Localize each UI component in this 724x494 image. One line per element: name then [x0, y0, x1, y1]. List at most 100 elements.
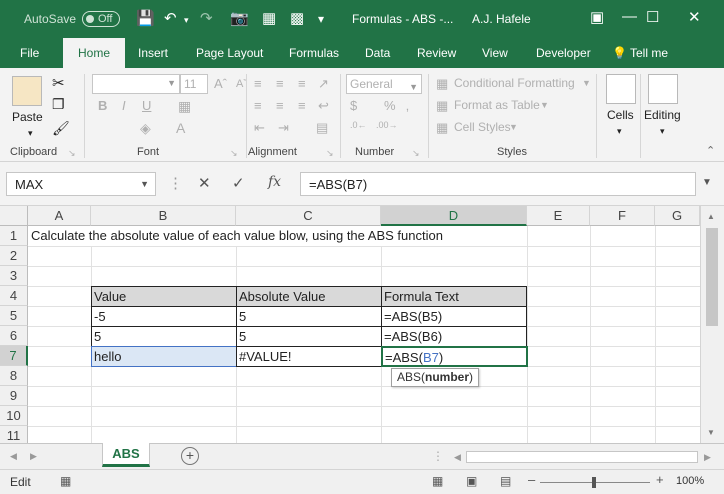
column-header-c[interactable]: C — [236, 206, 381, 226]
zoom-slider-thumb[interactable] — [592, 477, 596, 488]
alignment-launcher-icon[interactable]: ↘ — [326, 148, 334, 159]
maximize-icon[interactable]: ☐ — [646, 8, 659, 26]
cell-d6[interactable]: =ABS(B6) — [381, 326, 527, 347]
row-header-10[interactable]: 10 — [0, 406, 28, 426]
paste-icon[interactable] — [12, 76, 42, 106]
cell-styles-button[interactable]: Cell Styles — [454, 120, 511, 134]
save-icon[interactable]: 💾 — [136, 9, 155, 27]
formula-input[interactable]: =ABS(B7) — [300, 172, 696, 196]
table-icon[interactable]: ▦ — [262, 9, 276, 27]
font-size-box[interactable]: 11 — [180, 74, 208, 94]
format-as-table-button[interactable]: Format as Table — [454, 98, 540, 112]
column-header-b[interactable]: B — [91, 206, 236, 226]
column-header-a[interactable]: A — [28, 206, 91, 226]
worksheet-grid[interactable]: A B C D E F G 1 2 3 4 5 6 7 8 9 10 11 Ca… — [0, 206, 724, 443]
comma-icon[interactable]: ‚ — [406, 98, 409, 113]
tab-formulas[interactable]: Formulas — [289, 46, 339, 60]
format-painter-icon[interactable]: 🖌 — [52, 120, 70, 137]
row-header-3[interactable]: 3 — [0, 266, 28, 286]
cell-b6[interactable]: 5 — [91, 326, 237, 347]
screenshot-icon[interactable]: 📷 — [230, 9, 249, 27]
cell-c4[interactable]: Absolute Value — [236, 286, 382, 307]
close-icon[interactable]: ✕ — [688, 8, 701, 26]
zoom-in-icon[interactable]: + — [656, 472, 664, 487]
paste-button[interactable]: Paste — [12, 110, 43, 124]
tab-tell-me[interactable]: Tell me — [630, 46, 668, 60]
cut-icon[interactable]: ✂ — [52, 74, 65, 92]
font-color-icon[interactable]: A — [176, 120, 185, 136]
increase-font-icon[interactable]: Aˆ — [214, 76, 227, 91]
minimize-icon[interactable]: — — [622, 8, 637, 25]
fill-color-icon[interactable]: ◈ — [140, 120, 151, 137]
next-sheet-icon[interactable]: ▶ — [30, 451, 37, 462]
tab-home[interactable]: Home — [63, 38, 126, 68]
name-box[interactable]: MAX ▼ — [6, 172, 156, 196]
row-header-5[interactable]: 5 — [0, 306, 28, 326]
tab-page-layout[interactable]: Page Layout — [196, 46, 263, 60]
horizontal-scroll-thumb[interactable] — [466, 451, 698, 463]
row-header-8[interactable]: 8 — [0, 366, 28, 386]
select-all-corner[interactable] — [0, 206, 28, 226]
autosave-toggle[interactable]: Off — [82, 11, 120, 27]
italic-icon[interactable]: I — [122, 98, 126, 113]
enter-icon[interactable]: ✓ — [232, 174, 245, 192]
tab-insert[interactable]: Insert — [138, 46, 168, 60]
align-center-icon[interactable]: ≡ — [276, 98, 284, 113]
scroll-up-icon[interactable]: ▲ — [707, 212, 715, 221]
increase-indent-icon[interactable]: ⇥ — [278, 120, 289, 136]
insert-function-icon[interactable]: fx — [268, 174, 281, 190]
format-as-table-icon[interactable]: ▦ — [436, 98, 448, 114]
align-middle-icon[interactable]: ≡ — [276, 76, 284, 91]
cell-b5[interactable]: -5 — [91, 306, 237, 327]
orientation-icon[interactable]: ↗ — [318, 76, 329, 92]
user-name[interactable]: A.J. Hafele — [472, 12, 531, 26]
customize-qat-icon[interactable]: ▾ — [318, 12, 324, 26]
paste-dropdown-icon[interactable]: ▾ — [28, 128, 33, 139]
scroll-right-icon[interactable]: ▶ — [704, 452, 711, 463]
page-break-view-icon[interactable]: ▤ — [500, 474, 511, 488]
chevron-down-icon[interactable]: ▼ — [509, 122, 518, 132]
zoom-level[interactable]: 100% — [676, 475, 704, 487]
vertical-scrollbar[interactable]: ▲ ▼ — [700, 206, 724, 443]
chevron-down-icon[interactable]: ▼ — [540, 100, 549, 110]
cells-icon[interactable] — [606, 74, 636, 104]
vertical-scroll-thumb[interactable] — [706, 228, 718, 326]
expand-formula-bar-icon[interactable]: ▼ — [702, 177, 712, 188]
row-header-4[interactable]: 4 — [0, 286, 28, 306]
borders-icon[interactable]: ▦ — [178, 98, 191, 115]
zoom-out-icon[interactable]: – — [528, 472, 535, 487]
scroll-down-icon[interactable]: ▼ — [707, 428, 715, 437]
copy-icon[interactable]: ❐ — [52, 96, 65, 113]
cell-d4[interactable]: Formula Text — [381, 286, 527, 307]
number-launcher-icon[interactable]: ↘ — [412, 148, 420, 159]
cell-a1[interactable]: Calculate the absolute value of each val… — [29, 226, 443, 246]
column-header-f[interactable]: F — [590, 206, 655, 226]
chevron-down-icon[interactable]: ▾ — [617, 126, 622, 137]
decrease-indent-icon[interactable]: ⇤ — [254, 120, 265, 136]
tab-view[interactable]: View — [482, 46, 508, 60]
cell-c7[interactable]: #VALUE! — [236, 346, 382, 367]
percent-icon[interactable]: % — [384, 98, 396, 113]
row-header-9[interactable]: 9 — [0, 386, 28, 406]
grid-icon[interactable]: ▩ — [290, 9, 304, 27]
cell-c6[interactable]: 5 — [236, 326, 382, 347]
column-header-d[interactable]: D — [381, 206, 527, 226]
row-header-6[interactable]: 6 — [0, 326, 28, 346]
tab-data[interactable]: Data — [365, 46, 390, 60]
increase-decimal-icon[interactable]: .0← — [350, 120, 367, 130]
cell-d7[interactable]: =ABS(B7) — [381, 346, 528, 367]
tab-developer[interactable]: Developer — [536, 46, 591, 60]
row-header-11[interactable]: 11 — [0, 426, 28, 443]
cell-b7[interactable]: hello — [91, 346, 237, 367]
row-header-1[interactable]: 1 — [0, 226, 28, 246]
number-format-box[interactable]: General ▼ — [346, 74, 422, 94]
tooltip-argument[interactable]: number — [425, 370, 469, 384]
bold-icon[interactable]: B — [98, 98, 107, 113]
conditional-formatting-button[interactable]: Conditional Formatting — [454, 76, 575, 90]
cell-styles-icon[interactable]: ▦ — [436, 120, 448, 136]
cells-button[interactable]: Cells — [607, 108, 634, 122]
wrap-text-icon[interactable]: ↩ — [318, 98, 329, 114]
horizontal-scrollbar[interactable]: ◀ ▶ — [452, 448, 714, 466]
sheet-tab-abs[interactable]: ABS — [102, 443, 150, 467]
cell-d5[interactable]: =ABS(B5) — [381, 306, 527, 327]
